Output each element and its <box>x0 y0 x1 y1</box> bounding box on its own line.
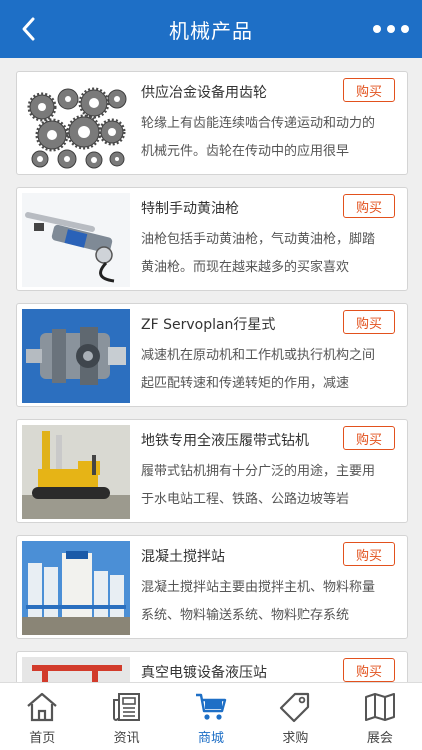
product-card[interactable]: 特制手动黄油枪 购买 油枪包括手动黄油枪，气动黄油枪，脚踏黄油枪。而现在越来越多… <box>16 187 408 291</box>
tab-label: 商城 <box>198 731 225 746</box>
buy-button[interactable]: 购买 <box>343 78 395 102</box>
home-icon <box>27 692 57 722</box>
header-bar: 机械产品 <box>0 0 422 58</box>
product-name: 混凝土搅拌站 <box>141 549 225 565</box>
tab-label: 展会 <box>366 731 393 746</box>
tab-label: 资讯 <box>113 731 140 746</box>
tab-label: 求购 <box>282 731 309 746</box>
product-name: 供应冶金设备用齿轮 <box>141 85 267 101</box>
product-image <box>22 657 130 682</box>
buy-button[interactable]: 购买 <box>343 542 395 566</box>
more-dot-icon <box>387 25 395 33</box>
more-dot-icon <box>401 25 409 33</box>
buy-button[interactable]: 购买 <box>343 658 395 682</box>
buy-button[interactable]: 购买 <box>343 194 395 218</box>
chevron-left-icon <box>22 17 35 41</box>
bottom-tab-bar: 首页 资讯 商城 求购 展会 <box>0 682 422 750</box>
product-name: 真空电镀设备液压站 <box>141 665 267 681</box>
product-image <box>22 77 130 171</box>
product-description: 油枪包括手动黄油枪，气动黄油枪，脚踏黄油枪。而现在越来越多的买家喜欢 <box>141 232 376 275</box>
product-card[interactable]: 真空电镀设备液压站 购买 <box>16 651 408 682</box>
product-description: 轮缘上有齿能连续啮合传递运动和动力的机械元件。齿轮在传动中的应用很早 <box>141 116 376 159</box>
product-image <box>22 309 130 403</box>
product-image <box>22 425 130 519</box>
product-description: 混凝土搅拌站主要由搅拌主机、物料称量系统、物料输送系统、物料贮存系统 <box>141 580 376 623</box>
tab-exhibition[interactable]: 展会 <box>338 683 422 750</box>
tab-news[interactable]: 资讯 <box>84 683 168 750</box>
product-name: 特制手动黄油枪 <box>141 201 239 217</box>
product-description: 履带式钻机拥有十分广泛的用途，主要用于水电站工程、铁路、公路边坡等岩 <box>141 464 376 507</box>
product-card[interactable]: 混凝土搅拌站 购买 混凝土搅拌站主要由搅拌主机、物料称量系统、物料输送系统、物料… <box>16 535 408 639</box>
news-icon <box>112 693 140 721</box>
back-button[interactable] <box>14 14 44 44</box>
tab-mall[interactable]: 商城 <box>169 683 253 750</box>
tab-home[interactable]: 首页 <box>0 683 84 750</box>
buy-button[interactable]: 购买 <box>343 426 395 450</box>
product-name: ZF Servoplan行星式 <box>141 317 276 333</box>
product-card[interactable]: 地铁专用全液压履带式钻机 购买 履带式钻机拥有十分广泛的用途，主要用于水电站工程… <box>16 419 408 523</box>
product-name: 地铁专用全液压履带式钻机 <box>141 433 309 449</box>
tab-label: 首页 <box>29 731 56 746</box>
tag-icon <box>280 692 310 723</box>
product-image <box>22 193 130 287</box>
product-card[interactable]: 供应冶金设备用齿轮 购买 轮缘上有齿能连续啮合传递运动和动力的机械元件。齿轮在传… <box>16 71 408 175</box>
tab-buying[interactable]: 求购 <box>253 683 337 750</box>
product-description: 减速机在原动机和工作机或执行机构之间起匹配转速和传递转矩的作用，减速 <box>141 348 376 391</box>
map-icon <box>364 693 395 721</box>
buy-button[interactable]: 购买 <box>343 310 395 334</box>
cart-icon <box>196 693 227 720</box>
product-image <box>22 541 130 635</box>
more-dot-icon <box>373 25 381 33</box>
more-button[interactable] <box>370 14 412 44</box>
page-title: 机械产品 <box>169 18 253 43</box>
product-card[interactable]: ZF Servoplan行星式 购买 减速机在原动机和工作机或执行机构之间起匹配… <box>16 303 408 407</box>
product-list: 供应冶金设备用齿轮 购买 轮缘上有齿能连续啮合传递运动和动力的机械元件。齿轮在传… <box>0 58 422 682</box>
